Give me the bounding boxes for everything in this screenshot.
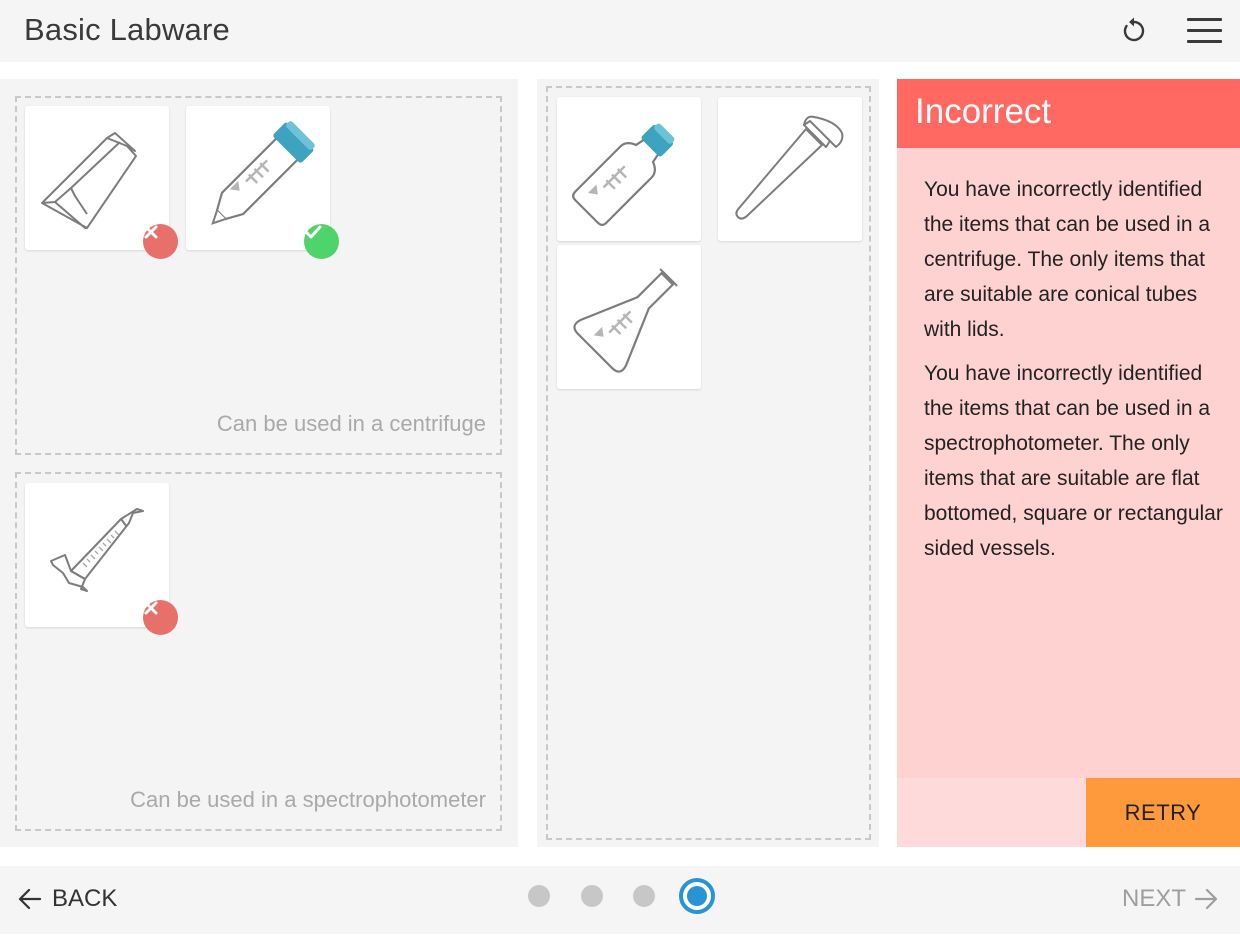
dropzone-label-centrifuge: Can be used in a centrifuge [216,411,486,436]
microcentrifuge-tube-icon [735,115,844,220]
feedback-paragraph: You have incorrectly identified the item… [924,178,1211,341]
page-dot-4-current[interactable] [679,878,715,914]
items-pool-panel [537,79,879,847]
check-icon [304,225,322,239]
feedback-header: Incorrect [897,79,1240,148]
dropzone-unsorted[interactable] [546,86,871,840]
item-card-graduated-cylinder[interactable] [25,483,178,635]
dropzone-spectrophotometer[interactable]: Can be used in a spectrophotometer [15,472,502,831]
page-dot-1[interactable] [528,885,550,907]
feedback-footer: RETRY [897,778,1240,847]
incorrect-badge [143,224,178,259]
dropzone-centrifuge[interactable]: Can be used in a centrifuge [15,96,502,455]
incorrect-badge [143,600,178,635]
feedback-panel: Incorrect You have incorrectly identifie… [897,79,1240,847]
correct-badge [304,224,339,259]
back-button[interactable]: BACK [18,882,117,916]
item-card-media-bottle[interactable] [557,97,701,241]
drop-zones-panel: Can be used in a centrifuge Can be used … [0,79,518,847]
page-dot-2[interactable] [581,885,603,907]
feedback-body: You have incorrectly identified the item… [924,172,1224,566]
back-label: BACK [52,885,118,912]
page-title: Basic Labware [24,12,230,47]
item-card-conical-tube[interactable] [186,106,339,259]
erlenmeyer-flask-icon [573,268,678,373]
arrow-right-icon [1194,888,1218,910]
media-bottle-icon [572,123,675,226]
close-icon [144,225,158,239]
top-bar: Basic Labware [0,0,1240,62]
close-icon [144,601,158,615]
reset-button[interactable] [1116,12,1152,48]
dropzone-label-spectrophotometer: Can be used in a spectrophotometer [130,787,486,812]
bottom-nav: BACK NEXT [0,866,1240,934]
retry-button[interactable]: RETRY [1086,778,1240,847]
feedback-title: Incorrect [915,92,1052,131]
menu-button[interactable] [1184,14,1224,48]
item-card-cuvette[interactable] [25,106,178,259]
arrow-left-icon [18,888,42,910]
next-button[interactable]: NEXT [1122,882,1218,916]
page-dot-3[interactable] [633,885,655,907]
feedback-paragraph: You have incorrectly identified the item… [924,362,1223,560]
next-label: NEXT [1122,885,1187,912]
item-card-flask[interactable] [557,245,701,389]
reset-icon [1123,17,1145,42]
item-card-microcentrifuge-tube[interactable] [718,97,862,241]
